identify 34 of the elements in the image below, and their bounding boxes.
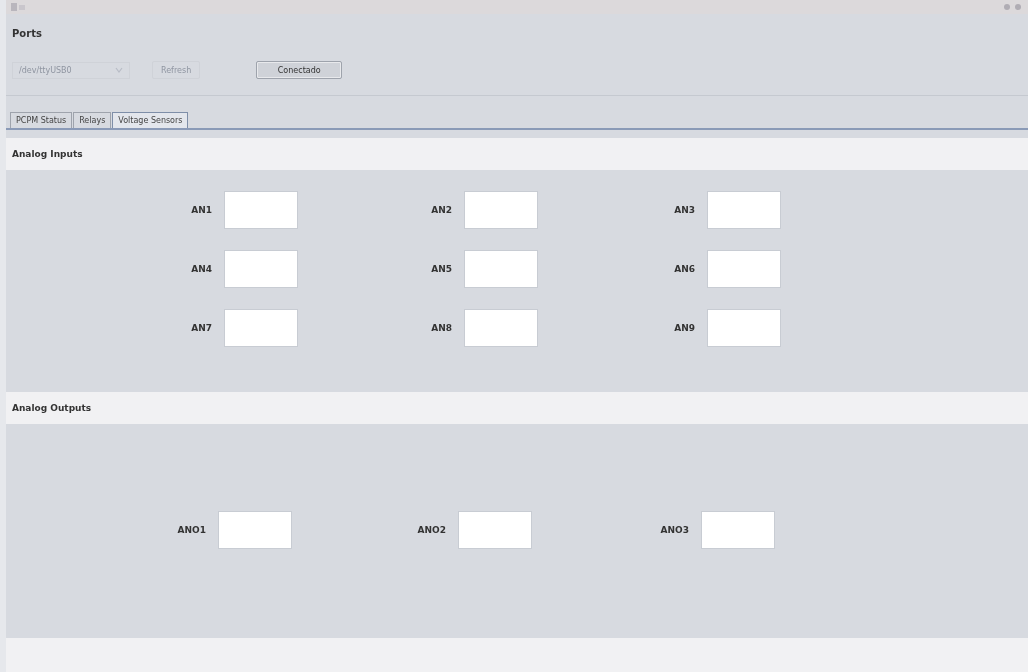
input-field[interactable]	[224, 309, 298, 347]
field-label: AN6	[673, 264, 695, 274]
caret-icon	[115, 67, 123, 73]
ports-title: Ports	[12, 28, 42, 39]
input-field[interactable]	[701, 511, 775, 549]
input-field[interactable]	[218, 511, 292, 549]
connect-button[interactable]: Conectado	[256, 61, 343, 79]
input-field[interactable]	[464, 309, 538, 347]
field-label: ANO3	[659, 525, 689, 535]
input-field[interactable]	[224, 191, 298, 229]
tab[interactable]: PCPM Status	[10, 112, 73, 128]
field-label: ANO1	[176, 525, 206, 535]
app-icon	[10, 2, 26, 12]
field-label: AN1	[190, 205, 212, 215]
field-label: ANO2	[416, 525, 446, 535]
field-label: AN2	[430, 205, 452, 215]
input-field[interactable]	[464, 191, 538, 229]
field-label: AN4	[190, 264, 212, 274]
input-field[interactable]	[458, 511, 532, 549]
input-field[interactable]	[707, 309, 781, 347]
section-title: Analog Outputs	[12, 403, 92, 413]
field-label: AN8	[430, 323, 452, 333]
section-title: Analog Inputs	[12, 149, 83, 159]
tab[interactable]: Relays	[73, 112, 112, 128]
field-label: AN3	[673, 205, 695, 215]
field-label: AN9	[673, 323, 695, 333]
field-label: AN5	[430, 264, 452, 274]
input-field[interactable]	[707, 250, 781, 288]
input-field[interactable]	[224, 250, 298, 288]
input-field[interactable]	[464, 250, 538, 288]
window-controls-icon[interactable]	[1002, 2, 1024, 12]
tab[interactable]: Voltage Sensors	[112, 112, 189, 128]
input-field[interactable]	[707, 191, 781, 229]
field-label: AN7	[190, 323, 212, 333]
